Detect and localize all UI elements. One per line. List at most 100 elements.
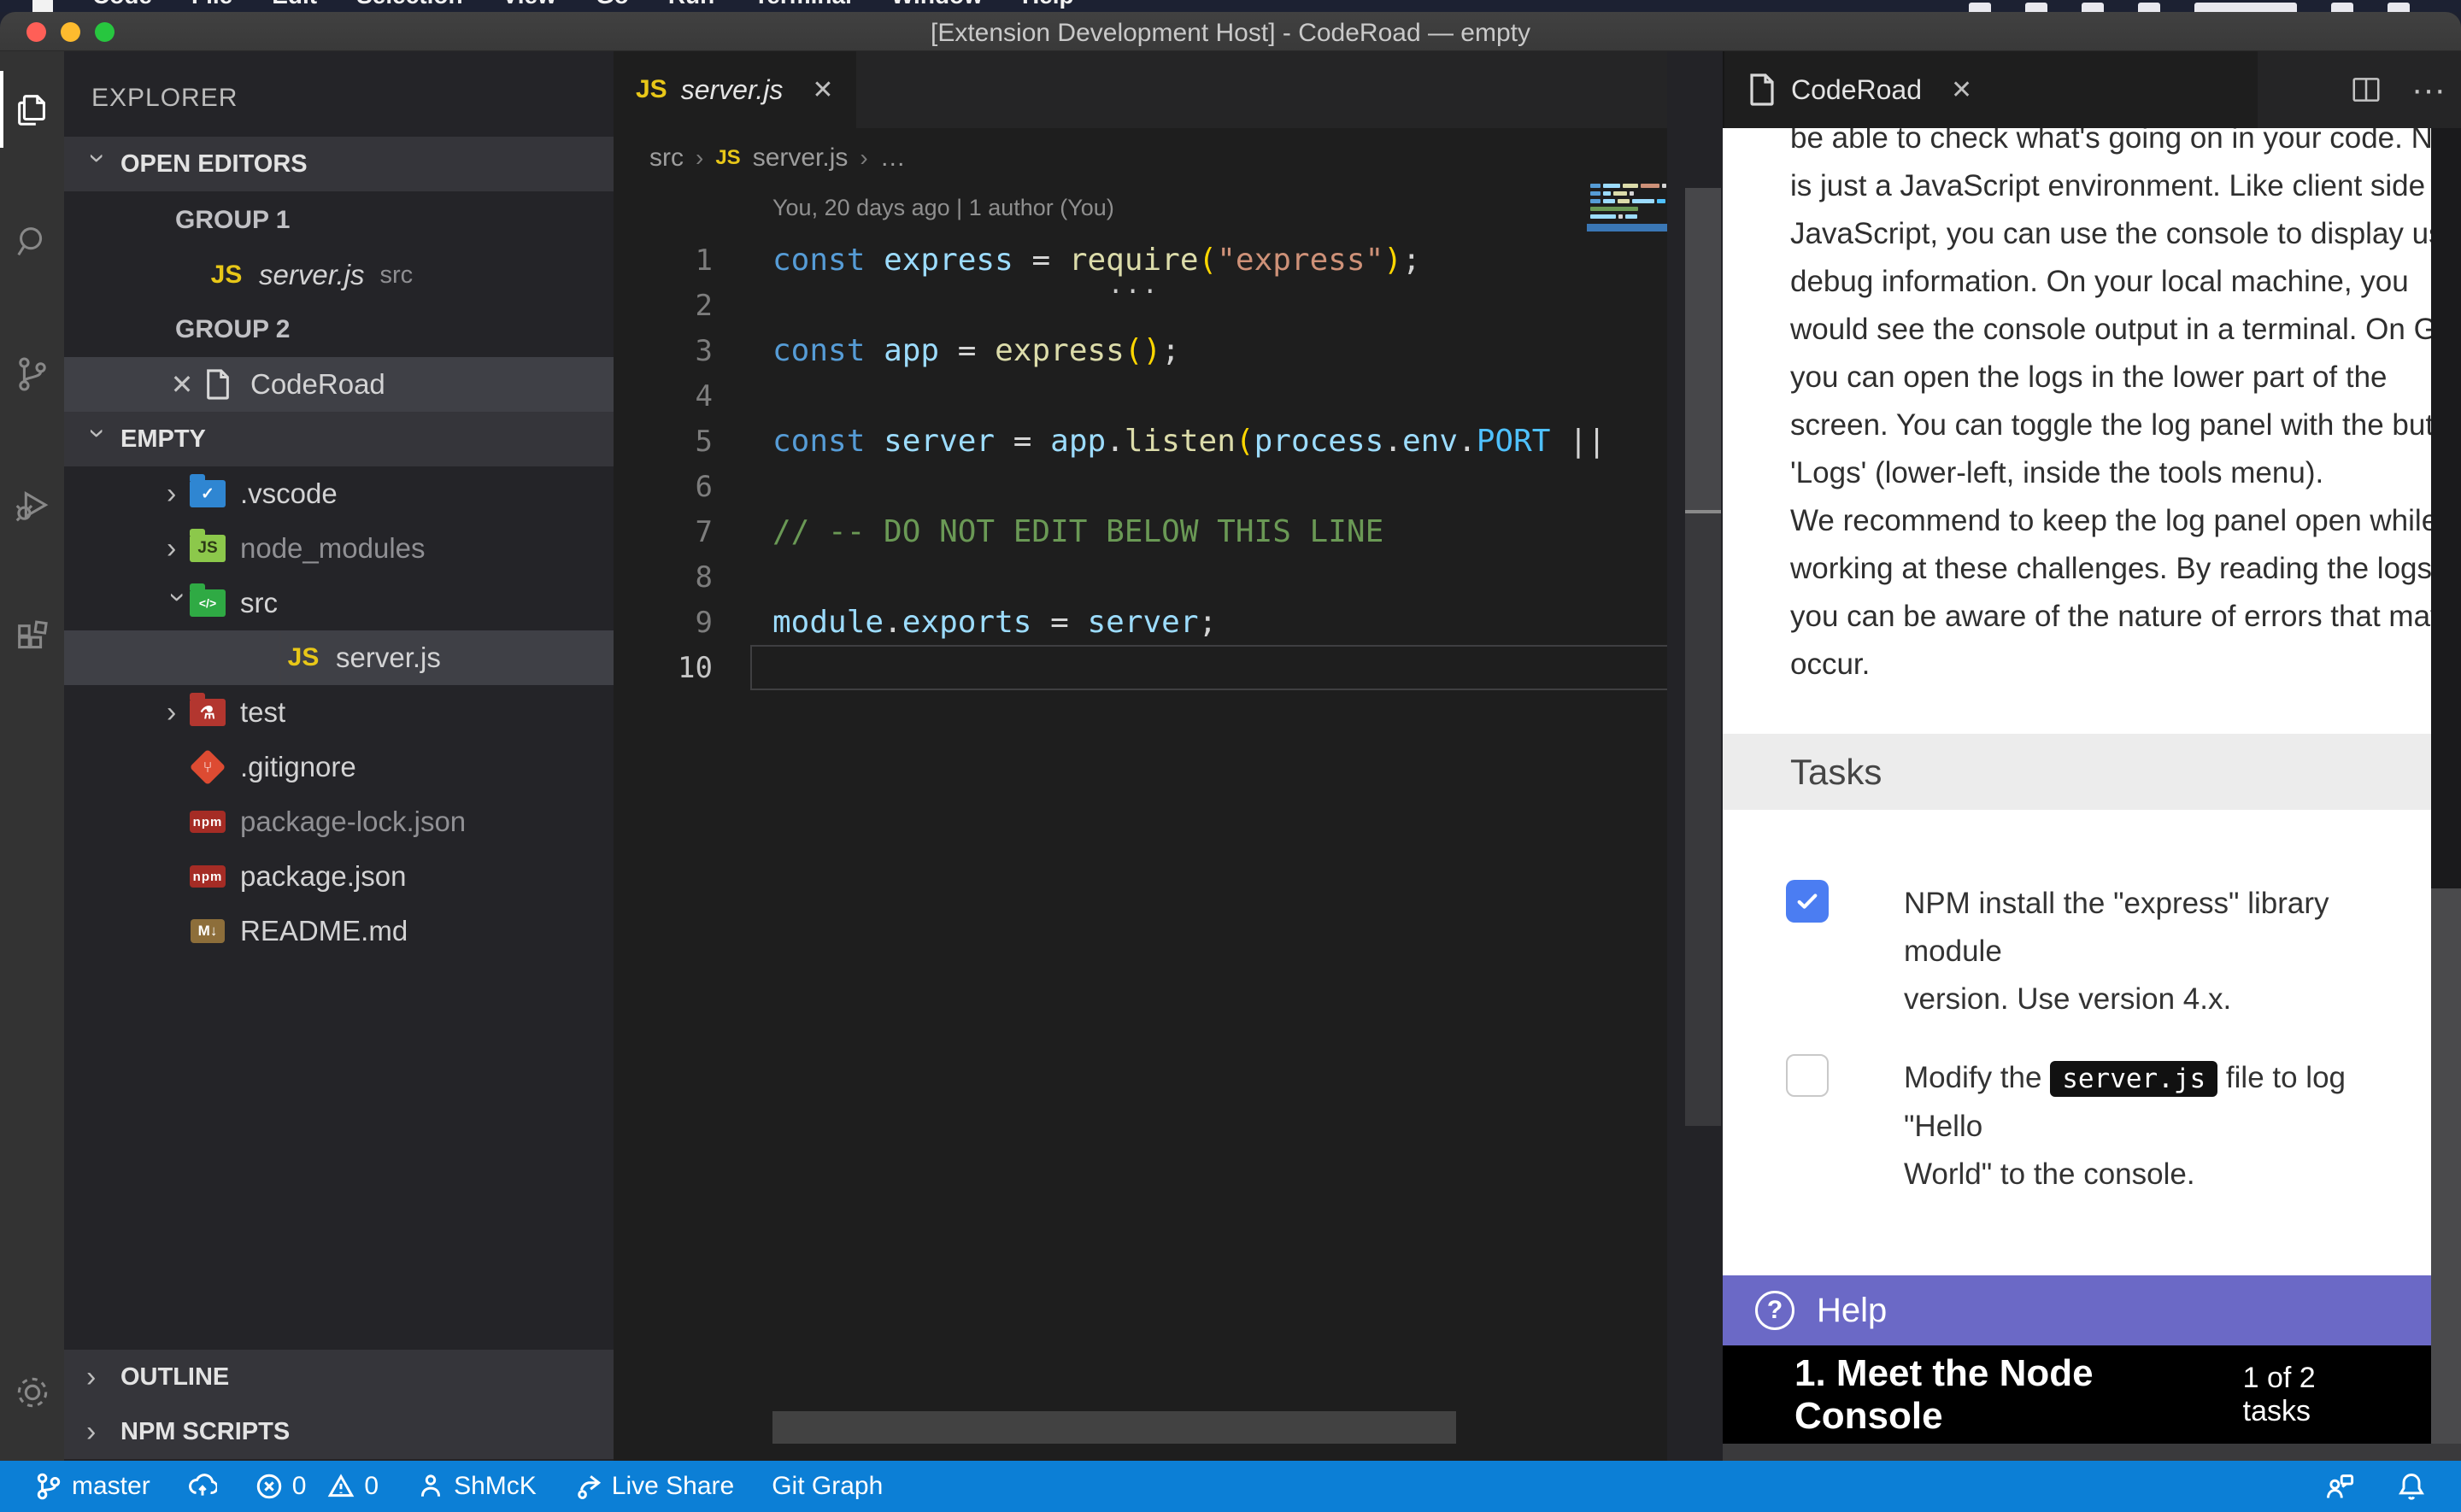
outline-section-header[interactable]: › OUTLINE <box>64 1350 614 1404</box>
live-share-label: Live Share <box>612 1472 734 1501</box>
help-button[interactable]: ? Help <box>1723 1275 2431 1345</box>
feedback-icon[interactable] <box>2324 1471 2355 1502</box>
tasks-header-label: Tasks <box>1790 752 1882 793</box>
menu-item-edit[interactable]: Edit <box>272 0 317 12</box>
codelens-annotation[interactable]: You, 20 days ago | 1 author (You) <box>772 195 1114 221</box>
scrollbar-divider <box>1685 510 1721 513</box>
menu-item-selection[interactable]: Selection <box>356 0 462 12</box>
line-number: 7 <box>614 515 713 549</box>
lesson-text-line: 'Logs' (lower-left, inside the tools men… <box>1790 449 2431 497</box>
code-line-1[interactable]: 1const express = require("express"); <box>614 237 1673 283</box>
lesson-text-line: debug information. On your local machine… <box>1790 258 2431 306</box>
chevron-right-icon: › <box>86 1415 109 1449</box>
close-editor-icon[interactable]: ✕ <box>165 368 199 401</box>
account-status[interactable]: ShMcK <box>416 1472 537 1501</box>
code-line-9[interactable]: 9module.exports = server; <box>614 600 1673 645</box>
tab-server-js[interactable]: JS server.js ✕ <box>614 51 856 128</box>
breadcrumb-item[interactable]: src <box>649 144 684 173</box>
menubar-status-icon <box>2138 3 2160 12</box>
chevron-down-icon: › <box>81 428 115 450</box>
source-control-icon[interactable] <box>0 336 64 413</box>
run-debug-icon[interactable] <box>0 468 64 545</box>
line-number: 3 <box>614 334 713 368</box>
tree-item-node_modules[interactable]: ›JSnode_modules <box>64 521 614 576</box>
close-tab-icon[interactable]: ✕ <box>1951 75 1972 105</box>
tab-title: server.js <box>681 74 784 106</box>
window-title-bar: [Extension Development Host] - CodeRoad … <box>0 12 2461 51</box>
tree-item-serverjs[interactable]: JS server.js <box>64 630 614 685</box>
apple-menu-icon[interactable] <box>32 0 53 12</box>
open-editor-item-server.js[interactable]: JSserver.jssrc <box>64 248 614 302</box>
code-line-8[interactable]: 8 <box>614 554 1673 600</box>
code-line-3[interactable]: 3const app = express(); <box>614 328 1673 373</box>
live-share-button[interactable]: Live Share <box>574 1472 734 1501</box>
git-branch-status[interactable]: master <box>34 1472 150 1501</box>
split-editor-icon[interactable] <box>2350 73 2382 106</box>
menubar-status-icon <box>2082 3 2104 12</box>
editor-scrollbar-slider[interactable] <box>1685 188 1721 513</box>
tree-item-packagejson[interactable]: npmpackage.json <box>64 849 614 904</box>
code-editor[interactable]: 1const express = require("express"); 2 3co… <box>614 237 1673 690</box>
menu-item-run[interactable]: Run <box>668 0 714 12</box>
npm-scripts-section-header[interactable]: › NPM SCRIPTS <box>64 1404 614 1459</box>
folder-section-header[interactable]: › EMPTY <box>64 412 614 466</box>
webview-scrollbar-slider[interactable] <box>2431 888 2461 1444</box>
tree-item-label: node_modules <box>240 532 426 565</box>
task-text: NPM install the "express" library module… <box>1904 880 2418 1023</box>
task-text: Modify the server.js file to log "HelloW… <box>1904 1054 2418 1198</box>
status-bar: master 0 0 ShMcK Live Share Git Graph <box>0 1461 2461 1512</box>
tree-item-vscode[interactable]: ›✓.vscode <box>64 466 614 521</box>
menu-item-file[interactable]: File <box>191 0 232 12</box>
close-tab-icon[interactable]: ✕ <box>812 75 833 105</box>
line-number: 1 <box>614 243 713 278</box>
src-folder-icon: </> <box>189 584 226 622</box>
open-editor-item-coderoad[interactable]: ✕CodeRoad <box>64 357 614 412</box>
tree-item-src[interactable]: ›</>src <box>64 576 614 630</box>
breadcrumb-item[interactable]: … <box>880 144 906 173</box>
code-line-4[interactable]: 4 <box>614 373 1673 419</box>
code-line-5[interactable]: 5const server = app.listen(process.env.P… <box>614 419 1673 464</box>
settings-gear-icon[interactable] <box>0 1354 64 1431</box>
javascript-file-icon: JS <box>636 75 667 104</box>
line-number: 10 <box>614 651 713 685</box>
menu-item-code[interactable]: Code <box>92 0 152 12</box>
notifications-bell-icon[interactable] <box>2396 1471 2427 1502</box>
menu-item-help[interactable]: Help <box>1022 0 1074 12</box>
menu-item-window[interactable]: Window <box>891 0 983 12</box>
extensions-icon[interactable] <box>0 601 64 677</box>
code-line-2[interactable]: 2 <box>614 283 1673 328</box>
editor-horizontal-scrollbar[interactable] <box>772 1411 1456 1444</box>
javascript-file-icon: JS <box>285 639 322 677</box>
code-line-10[interactable]: 10 <box>614 645 1673 690</box>
macos-menu-bar: Code File Edit Selection View Go Run Terminal Wi… <box>0 0 2461 12</box>
tab-coderoad[interactable]: CodeRoad ✕ <box>1724 51 2258 128</box>
task-item: NPM install the "express" library module… <box>1786 880 2418 1023</box>
lesson-text-line: JavaScript, you can use the console to d… <box>1790 210 2431 258</box>
git-graph-button[interactable]: Git Graph <box>772 1472 883 1501</box>
task-checkbox[interactable] <box>1786 880 1829 923</box>
explorer-icon[interactable] <box>0 71 64 148</box>
search-icon[interactable] <box>0 203 64 280</box>
line-number: 6 <box>614 470 713 504</box>
task-checkbox[interactable] <box>1786 1054 1829 1097</box>
editor-scrollbar-track-lower[interactable] <box>1685 513 1721 1126</box>
tree-item-READMEmd[interactable]: M↓README.md <box>64 904 614 958</box>
menu-item-go[interactable]: Go <box>596 0 629 12</box>
line-number: 4 <box>614 379 713 413</box>
tree-item-package-lockjson[interactable]: npmpackage-lock.json <box>64 794 614 849</box>
code-line-7[interactable]: 7// -- DO NOT EDIT BELOW THIS LINE <box>614 509 1673 554</box>
code-line-6[interactable]: 6 <box>614 464 1673 509</box>
tree-item-label: server.js <box>336 642 441 674</box>
menu-item-terminal[interactable]: Terminal <box>754 0 852 12</box>
sync-changes-button[interactable] <box>188 1472 217 1501</box>
line-number: 2 <box>614 289 713 323</box>
panel-more-actions-icon[interactable]: ··· <box>2411 71 2446 109</box>
tree-item-gitignore[interactable]: ⑂.gitignore <box>64 740 614 794</box>
problems-status[interactable]: 0 0 <box>255 1472 379 1501</box>
outline-label: OUTLINE <box>120 1363 229 1392</box>
open-editors-section-header[interactable]: › OPEN EDITORS <box>64 137 614 191</box>
tab-title: CodeRoad <box>1791 74 1922 106</box>
breadcrumb-item[interactable]: server.js <box>753 144 849 173</box>
tree-item-test[interactable]: ›⚗test <box>64 685 614 740</box>
menu-item-view[interactable]: View <box>502 0 556 12</box>
